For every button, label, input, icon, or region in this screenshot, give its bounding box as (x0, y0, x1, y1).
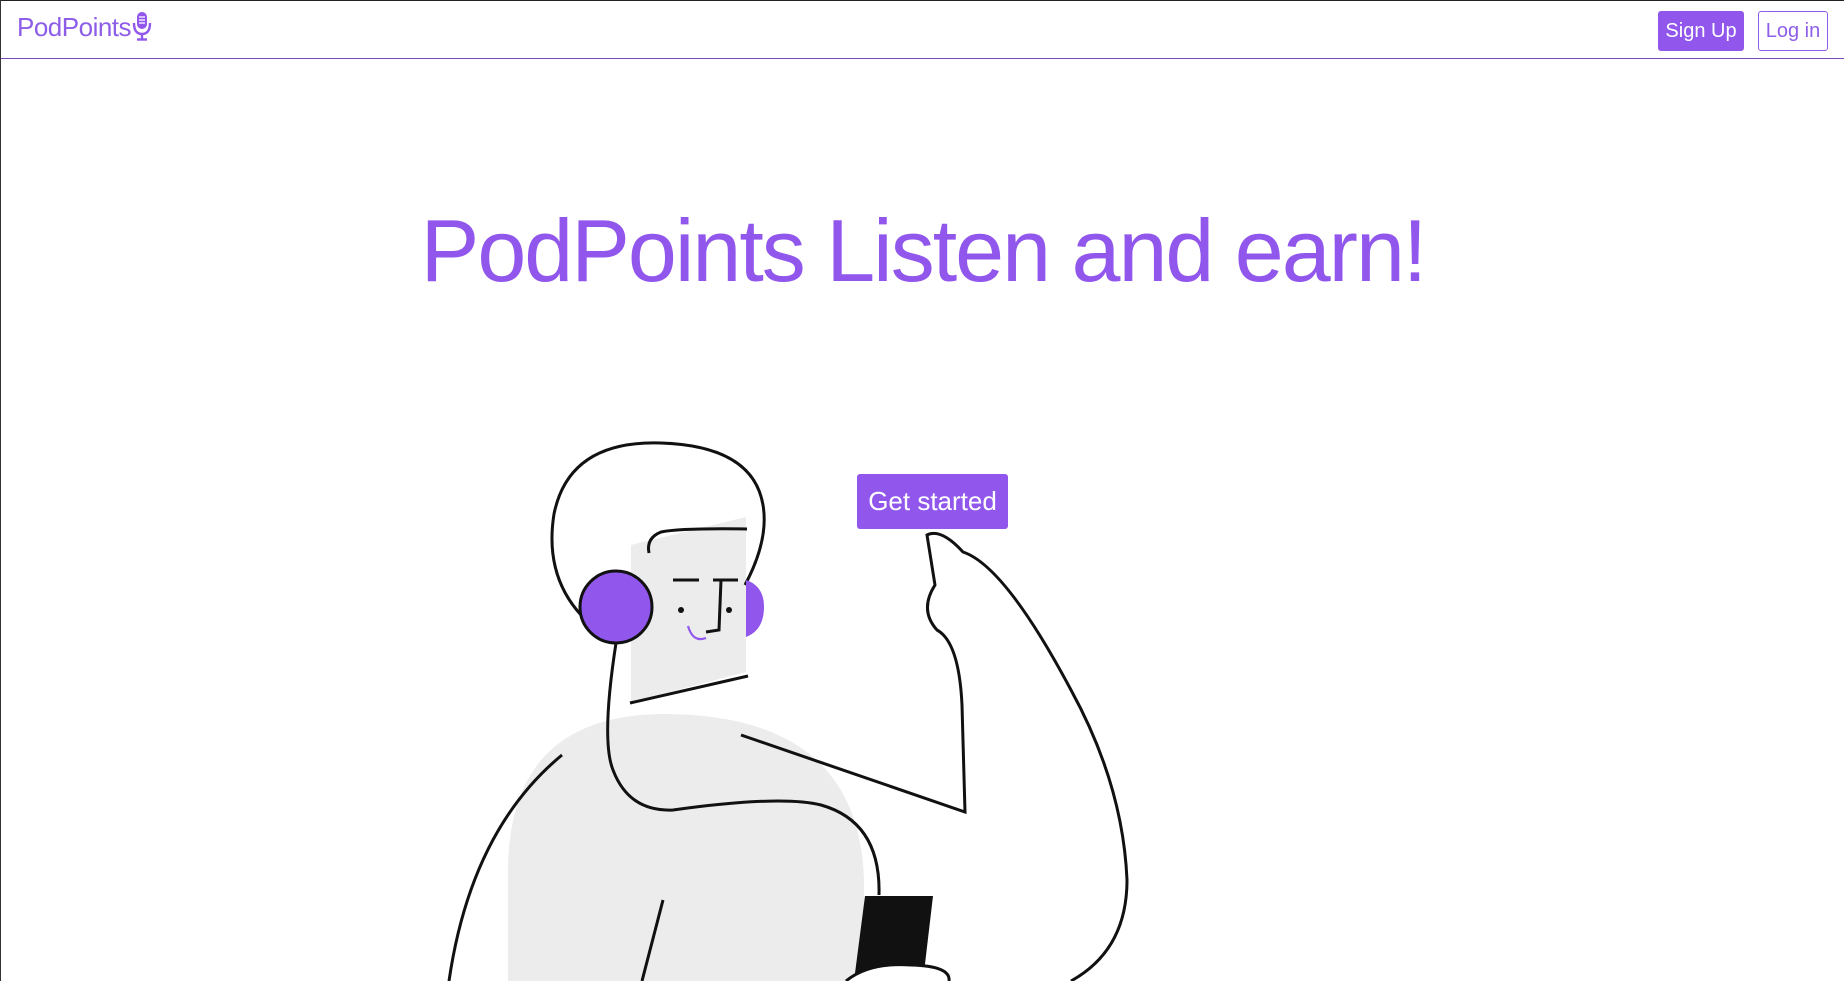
headphone-left (578, 569, 654, 645)
headphone-right (746, 580, 764, 637)
get-started-button[interactable]: Get started (857, 474, 1008, 529)
body-fill (508, 714, 864, 981)
